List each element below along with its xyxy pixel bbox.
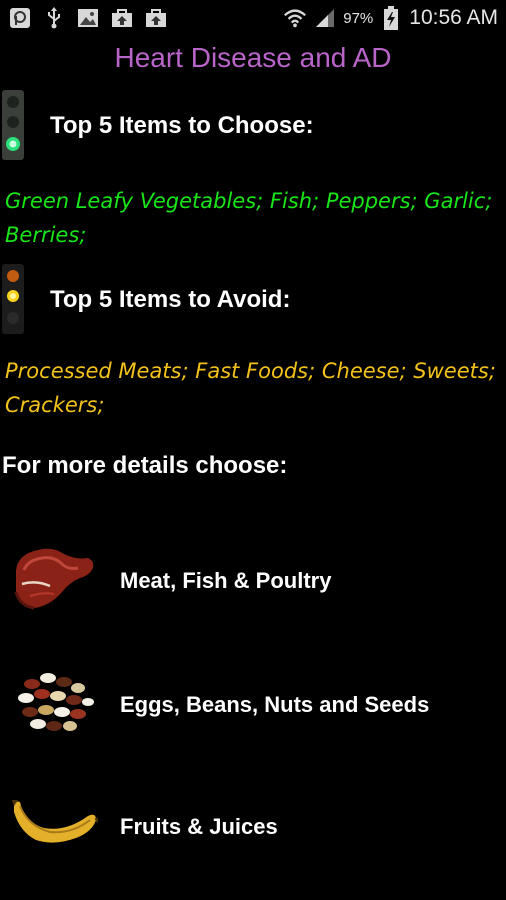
avoid-heading: Top 5 Items to Avoid:: [50, 286, 291, 313]
category-label: Eggs, Beans, Nuts and Seeds: [120, 692, 430, 717]
battery-percent: 97%: [343, 9, 374, 27]
category-fruits-juices[interactable]: Fruits & Juices: [0, 786, 506, 886]
image-icon: [76, 7, 100, 29]
signal-icon: [313, 7, 337, 29]
clock: 10:56 AM: [409, 6, 498, 29]
traffic-light-yellow-icon: [2, 264, 24, 334]
wifi-icon: [283, 7, 307, 29]
battery-charging-icon: [379, 6, 403, 30]
choose-section-header: Top 5 Items to Choose:: [0, 90, 506, 162]
category-label: Fruits & Juices: [120, 814, 278, 839]
usb-icon: [42, 7, 66, 29]
category-label: Meat, Fish & Poultry: [120, 568, 332, 593]
category-eggs-beans-nuts-seeds[interactable]: Eggs, Beans, Nuts and Seeds: [0, 664, 506, 764]
system-status: 97% 10:56 AM: [283, 4, 498, 32]
steak-icon: [14, 548, 94, 610]
choose-heading: Top 5 Items to Choose:: [50, 112, 314, 139]
page-title: Heart Disease and AD: [114, 42, 392, 73]
briefcase-upload-icon: [144, 7, 168, 29]
status-bar: 97% 10:56 AM: [0, 0, 506, 36]
app-notification-icon: [8, 7, 32, 29]
choose-items: Green Leafy Vegetables; Fish; Peppers; G…: [5, 189, 493, 247]
notification-icons: [8, 6, 168, 30]
more-details-heading: For more details choose:: [2, 452, 288, 479]
banana-icon: [12, 800, 98, 843]
traffic-light-green-icon: [2, 90, 24, 160]
briefcase-upload-icon: [110, 7, 134, 29]
category-meat-fish-poultry[interactable]: Meat, Fish & Poultry: [0, 540, 506, 640]
beans-icon: [18, 673, 94, 731]
avoid-section-header: Top 5 Items to Avoid:: [0, 264, 506, 336]
avoid-items: Processed Meats; Fast Foods; Cheese; Swe…: [5, 359, 496, 417]
